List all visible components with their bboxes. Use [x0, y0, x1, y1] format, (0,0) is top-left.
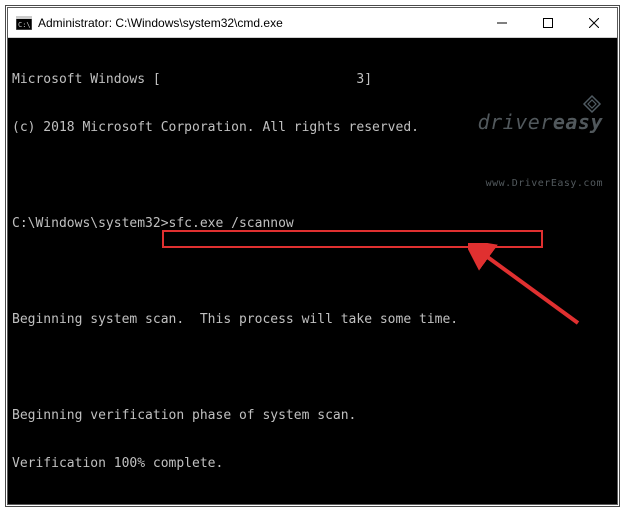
console-line [12, 264, 613, 280]
console-line: Beginning verification phase of system s… [12, 408, 613, 424]
maximize-button[interactable] [525, 8, 571, 38]
console-line: (c) 2018 Microsoft Corporation. All righ… [12, 120, 613, 136]
cmd-icon: C:\ [16, 15, 32, 31]
console-line: Verification 100% complete. [12, 456, 613, 472]
highlight-box [162, 230, 543, 248]
titlebar[interactable]: C:\ Administrator: C:\Windows\system32\c… [8, 8, 617, 38]
console-line [12, 168, 613, 184]
minimize-button[interactable] [479, 8, 525, 38]
console-output[interactable]: Microsoft Windows [ 3] (c) 2018 Microsof… [8, 38, 617, 504]
close-button[interactable] [571, 8, 617, 38]
cmd-window: C:\ Administrator: C:\Windows\system32\c… [7, 7, 618, 505]
console-line: Beginning system scan. This process will… [12, 312, 613, 328]
outer-frame: C:\ Administrator: C:\Windows\system32\c… [5, 5, 620, 507]
console-line: C:\Windows\system32>sfc.exe /scannow [12, 216, 613, 232]
svg-text:C:\: C:\ [18, 21, 31, 29]
console-line: Microsoft Windows [ 3] [12, 72, 613, 88]
window-title: Administrator: C:\Windows\system32\cmd.e… [38, 16, 283, 30]
console-line [12, 360, 613, 376]
